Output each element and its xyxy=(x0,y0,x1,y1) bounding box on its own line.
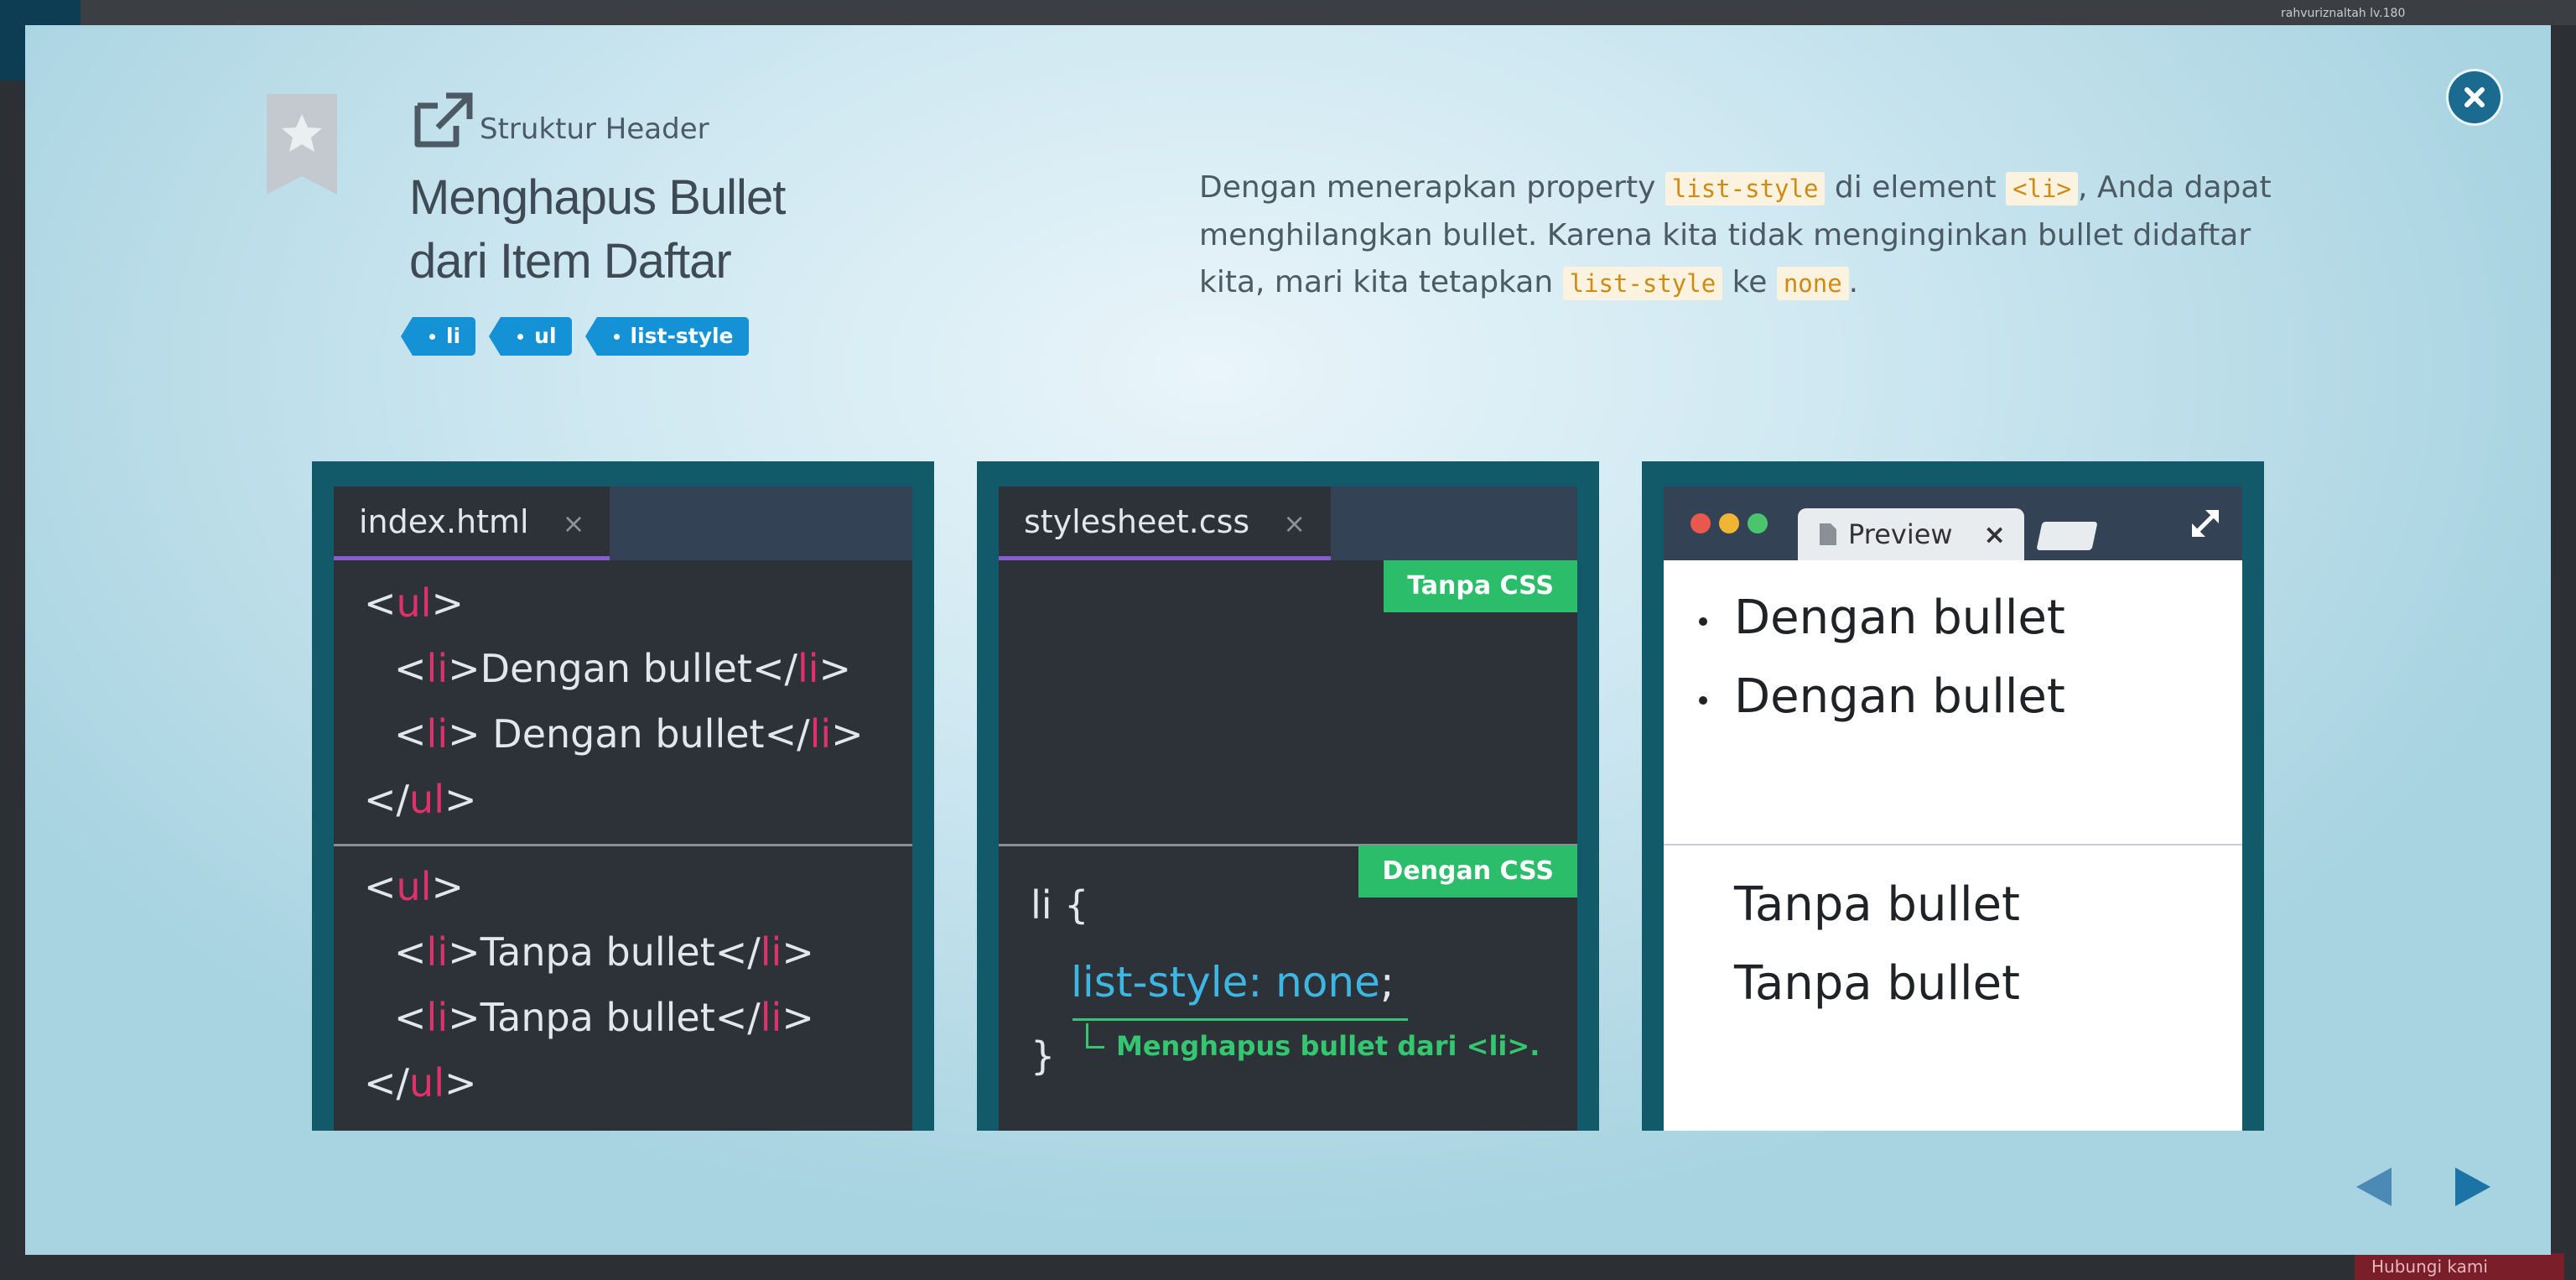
browser-bar: Preview × xyxy=(1664,487,2242,560)
title-line-2: dari Item Daftar xyxy=(409,234,732,289)
external-link-icon xyxy=(414,92,473,148)
bookmark-icon[interactable] xyxy=(267,94,337,195)
section-divider xyxy=(1664,844,2242,846)
browser-window: Preview × Dengan bullet Dengan bullet Ta… xyxy=(1664,487,2242,1131)
tab-close-icon[interactable]: × xyxy=(563,507,585,539)
bullet-dot xyxy=(1699,696,1707,705)
background-topbar xyxy=(0,0,2576,25)
code-line: <ul> xyxy=(364,864,465,909)
preview-panel: Preview × Dengan bullet Dengan bullet Ta… xyxy=(1642,461,2264,1131)
tutorial-modal: Struktur Header Menghapus Bullet dari It… xyxy=(25,25,2551,1255)
code-list-style: list-style xyxy=(1562,267,1723,300)
css-tabbar: stylesheet.css × xyxy=(999,487,1577,560)
title-line-1: Menghapus Bullet xyxy=(409,170,786,225)
next-arrow-icon[interactable] xyxy=(2454,1166,2492,1208)
code-li: <li> xyxy=(2006,172,2078,206)
tag-ul[interactable]: ul xyxy=(489,317,572,356)
css-declaration: list-style: none; xyxy=(1071,958,1394,1007)
css-note: Menghapus bullet dari <li>. xyxy=(1116,1030,1540,1062)
code-line: <li>Dengan bullet</li> xyxy=(394,646,852,691)
tag-list-style[interactable]: list-style xyxy=(584,317,749,356)
maximize-dot[interactable] xyxy=(1748,513,1768,533)
tab-label: Preview xyxy=(1848,518,1953,550)
close-icon xyxy=(2464,87,2485,107)
code-line: </ul> xyxy=(364,1060,477,1106)
css-panel: stylesheet.css × Tanpa CSS Dengan CSS li … xyxy=(977,461,1599,1131)
list-item: Dengan bullet xyxy=(1734,669,2065,724)
tab-stylesheet-css[interactable]: stylesheet.css × xyxy=(999,487,1332,560)
underline xyxy=(1072,1018,1408,1021)
close-button[interactable] xyxy=(2449,71,2501,123)
code-line: <li> Dengan bullet</li> xyxy=(394,711,864,757)
code-none: none xyxy=(1776,267,1849,300)
tab-label: stylesheet.css xyxy=(1024,503,1250,540)
close-dot[interactable] xyxy=(1690,513,1711,533)
expand-icon[interactable] xyxy=(2189,507,2222,540)
badge-with-css: Dengan CSS xyxy=(1358,846,1577,898)
section-divider xyxy=(334,844,912,846)
html-tabbar: index.html × xyxy=(334,487,912,560)
minimize-dot[interactable] xyxy=(1719,513,1739,533)
html-panel: index.html × <ul> <li>Dengan bullet</li> … xyxy=(312,461,934,1131)
list-item: Tanpa bullet xyxy=(1734,877,2020,932)
code-line: <ul> xyxy=(364,580,465,626)
page-title: Menghapus Bullet dari Item Daftar xyxy=(409,166,879,294)
tag-list: li ul list-style xyxy=(400,317,749,356)
tab-close-icon[interactable]: × xyxy=(1283,507,1306,539)
html-editor: index.html × <ul> <li>Dengan bullet</li> … xyxy=(334,487,912,1131)
previous-arrow-icon[interactable] xyxy=(2355,1166,2393,1208)
badge-without-css: Tanpa CSS xyxy=(1384,560,1577,612)
preview-tab[interactable]: Preview × xyxy=(1798,508,2024,560)
new-tab-button[interactable] xyxy=(2036,522,2098,550)
tab-label: index.html xyxy=(359,503,529,540)
code-list-style: list-style xyxy=(1665,172,1826,206)
tab-index-html[interactable]: index.html × xyxy=(334,487,610,560)
document-icon xyxy=(1820,523,1836,545)
description: Dengan menerapkan property list-style di… xyxy=(1199,170,2272,300)
list-item: Dengan bullet xyxy=(1734,591,2065,645)
background-user-label: rahvuriznaltah lv.180 xyxy=(2281,7,2406,20)
tab-close-icon[interactable]: × xyxy=(1983,508,2006,560)
background-contact-button[interactable]: Hubungi kami xyxy=(2355,1253,2564,1280)
list-item: Tanpa bullet xyxy=(1734,956,2020,1011)
section-label: Struktur Header xyxy=(480,112,709,146)
css-closing: } xyxy=(1031,1033,1056,1079)
css-editor: stylesheet.css × Tanpa CSS Dengan CSS li … xyxy=(999,487,1577,1131)
tag-li[interactable]: li xyxy=(400,317,476,356)
bullet-dot xyxy=(1699,617,1707,626)
css-selector: li { xyxy=(1031,882,1089,928)
note-connector xyxy=(1086,1023,1104,1048)
code-line: <li>Tanpa bullet</li> xyxy=(394,995,814,1040)
code-line: </ul> xyxy=(364,777,477,822)
code-line: <li>Tanpa bullet</li> xyxy=(394,929,814,975)
